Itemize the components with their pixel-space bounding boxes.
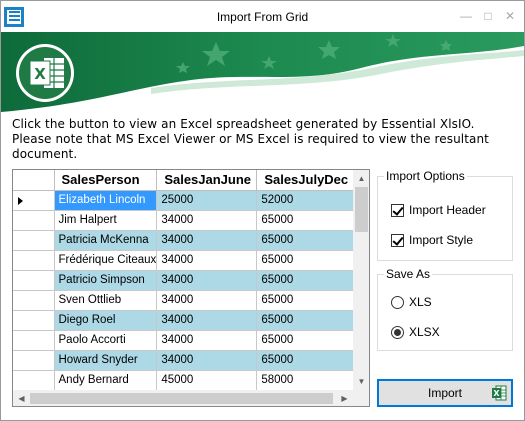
- xlsx-label[interactable]: XLSX: [409, 325, 440, 339]
- cell-salesjulydec[interactable]: 65000: [256, 290, 356, 311]
- cell-salesjulydec[interactable]: 65000: [256, 210, 356, 231]
- cell-salesperson[interactable]: Andy Bernard: [54, 370, 158, 391]
- row-header[interactable]: [13, 350, 55, 371]
- radio-selected-icon[interactable]: [391, 325, 404, 339]
- row-header[interactable]: [13, 330, 55, 351]
- cell-salesjulydec[interactable]: 65000: [256, 330, 356, 351]
- import-button[interactable]: Import X: [377, 379, 513, 407]
- cell-salesjanjune[interactable]: 34000: [156, 310, 258, 331]
- grid-table: SalesPerson SalesJanJune SalesJulyDec El…: [13, 170, 356, 391]
- scroll-right-icon[interactable]: ▶: [336, 390, 353, 406]
- cell-salesjulydec[interactable]: 65000: [256, 230, 356, 251]
- xls-label[interactable]: XLS: [409, 295, 432, 309]
- vertical-scrollbar[interactable]: ▲ ▼: [353, 170, 369, 390]
- table-row[interactable]: Elizabeth Lincoln 25000 52000: [13, 190, 356, 211]
- table-row[interactable]: Patricia McKenna 34000 65000: [13, 230, 356, 251]
- cell-salesperson[interactable]: Elizabeth Lincoln: [54, 190, 158, 211]
- cell-salesjanjune[interactable]: 34000: [156, 230, 258, 251]
- table-row[interactable]: Paolo Accorti 34000 65000: [13, 330, 356, 351]
- cell-salesjulydec[interactable]: 65000: [256, 250, 356, 271]
- row-header[interactable]: [13, 290, 55, 311]
- import-options-legend: Import Options: [384, 169, 467, 183]
- cell-salesjanjune[interactable]: 34000: [156, 210, 258, 231]
- cell-salesjanjune[interactable]: 34000: [156, 250, 258, 271]
- cell-salesperson[interactable]: Patricio Simpson: [54, 270, 158, 291]
- close-button[interactable]: ✕: [503, 9, 517, 23]
- cell-salesjanjune[interactable]: 34000: [156, 330, 258, 351]
- row-header[interactable]: [13, 310, 55, 331]
- cell-salesperson[interactable]: Diego Roel: [54, 310, 158, 331]
- xlsx-radio[interactable]: XLSX: [391, 324, 440, 340]
- import-options-group: Import Options Import Header Import Styl…: [377, 169, 513, 261]
- minimize-button[interactable]: —: [459, 9, 473, 23]
- row-header[interactable]: [13, 210, 55, 231]
- xls-radio[interactable]: XLS: [391, 294, 432, 310]
- header-row: SalesPerson SalesJanJune SalesJulyDec: [13, 170, 356, 191]
- table-row[interactable]: Jim Halpert 34000 65000: [13, 210, 356, 231]
- cell-salesjulydec[interactable]: 65000: [256, 350, 356, 371]
- cell-salesjanjune[interactable]: 34000: [156, 270, 258, 291]
- current-row-icon: [18, 196, 23, 205]
- table-row[interactable]: Patricio Simpson 34000 65000: [13, 270, 356, 291]
- banner-graphic: X: [1, 32, 524, 112]
- svg-text:X: X: [34, 65, 46, 83]
- excel-logo-icon: X: [16, 44, 74, 102]
- import-header-checkbox[interactable]: Import Header: [391, 202, 486, 218]
- svg-text:X: X: [493, 389, 500, 398]
- table-row[interactable]: Howard Snyder 34000 65000: [13, 350, 356, 371]
- cell-salesjulydec[interactable]: 58000: [256, 370, 356, 391]
- import-header-label[interactable]: Import Header: [409, 203, 486, 217]
- scroll-left-icon[interactable]: ◀: [13, 390, 30, 406]
- checkbox-checked-icon[interactable]: [391, 203, 404, 217]
- cell-salesperson[interactable]: Sven Ottlieb: [54, 290, 158, 311]
- table-row[interactable]: Diego Roel 34000 65000: [13, 310, 356, 331]
- radio-unselected-icon[interactable]: [391, 295, 404, 309]
- scroll-down-icon[interactable]: ▼: [353, 373, 369, 390]
- cell-salesjanjune[interactable]: 25000: [156, 190, 258, 211]
- cell-salesjulydec[interactable]: 52000: [256, 190, 356, 211]
- cell-salesjanjune[interactable]: 34000: [156, 290, 258, 311]
- cell-salesperson[interactable]: Patricia McKenna: [54, 230, 158, 251]
- save-as-group: Save As XLS XLSX: [377, 267, 513, 351]
- scrollbar-corner: [353, 390, 369, 406]
- cell-salesperson[interactable]: Howard Snyder: [54, 350, 158, 371]
- cell-salesperson[interactable]: Paolo Accorti: [54, 330, 158, 351]
- vertical-scroll-thumb[interactable]: [355, 187, 368, 232]
- excel-small-icon: X: [492, 385, 507, 401]
- cell-salesjulydec[interactable]: 65000: [256, 270, 356, 291]
- banner: X: [1, 32, 524, 112]
- import-button-label: Import: [427, 386, 462, 400]
- row-header[interactable]: [13, 270, 55, 291]
- maximize-button[interactable]: □: [481, 9, 495, 23]
- row-header[interactable]: [13, 370, 55, 391]
- import-style-checkbox[interactable]: Import Style: [391, 232, 473, 248]
- save-as-legend: Save As: [384, 267, 433, 281]
- row-header[interactable]: [13, 190, 55, 211]
- data-grid[interactable]: SalesPerson SalesJanJune SalesJulyDec El…: [12, 169, 370, 407]
- row-header[interactable]: [13, 250, 55, 271]
- horizontal-scrollbar[interactable]: ◀ ▶: [13, 390, 353, 406]
- import-style-label[interactable]: Import Style: [409, 233, 473, 247]
- column-header-salesperson[interactable]: SalesPerson: [54, 170, 158, 191]
- scroll-up-icon[interactable]: ▲: [353, 170, 369, 187]
- row-header-corner: [13, 170, 55, 191]
- row-header[interactable]: [13, 230, 55, 251]
- horizontal-scroll-thumb[interactable]: [30, 393, 333, 404]
- table-row[interactable]: Frédérique Citeaux 34000 65000: [13, 250, 356, 271]
- description-text: Click the button to view an Excel spread…: [12, 117, 489, 161]
- main-window: Import From Grid — □ ✕ X Click the butto…: [0, 0, 525, 421]
- column-header-salesjulydec[interactable]: SalesJulyDec: [256, 170, 356, 191]
- cell-salesjanjune[interactable]: 34000: [156, 350, 258, 371]
- table-row[interactable]: Sven Ottlieb 34000 65000: [13, 290, 356, 311]
- cell-salesperson[interactable]: Frédérique Citeaux: [54, 250, 158, 271]
- title-bar: Import From Grid — □ ✕: [1, 1, 524, 32]
- cell-salesjulydec[interactable]: 65000: [256, 310, 356, 331]
- window-title: Import From Grid: [216, 10, 309, 24]
- checkbox-checked-icon[interactable]: [391, 233, 404, 247]
- cell-salesperson[interactable]: Jim Halpert: [54, 210, 158, 231]
- table-row[interactable]: Andy Bernard 45000 58000: [13, 370, 356, 391]
- cell-salesjanjune[interactable]: 45000: [156, 370, 258, 391]
- column-header-salesjanjune[interactable]: SalesJanJune: [156, 170, 258, 191]
